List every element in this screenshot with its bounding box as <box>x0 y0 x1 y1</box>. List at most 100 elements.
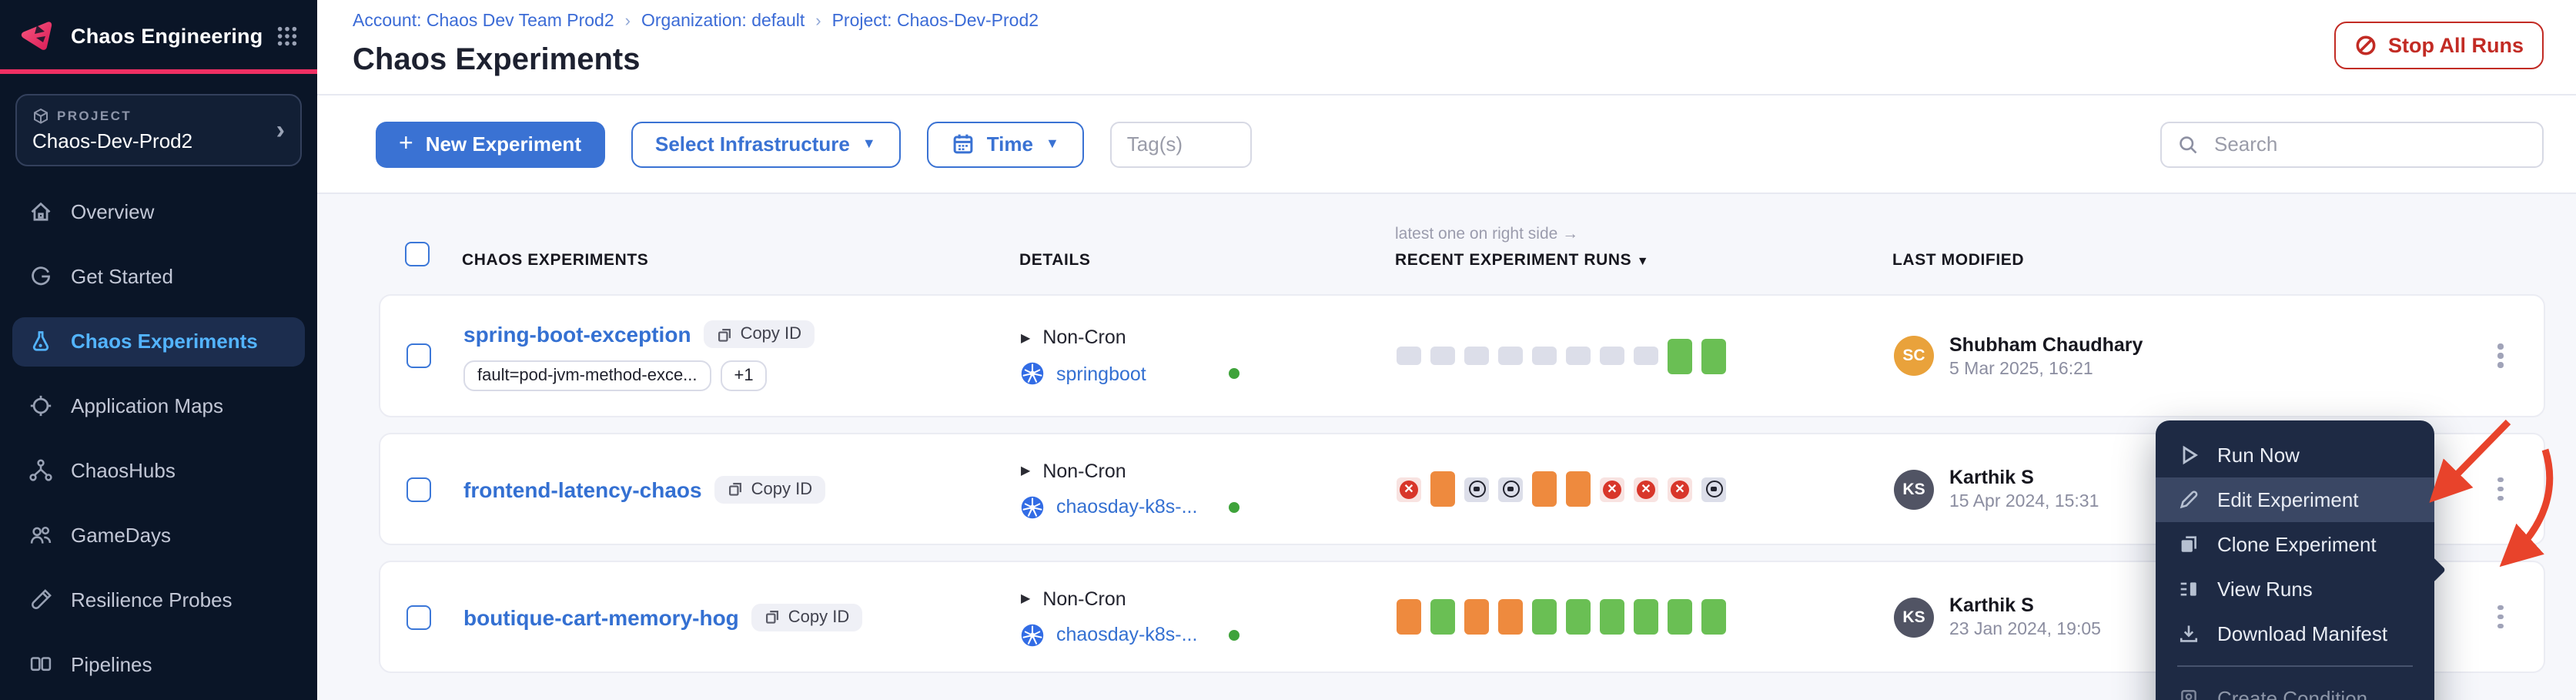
sidebar-item-gamedays[interactable]: GameDays <box>12 511 305 560</box>
project-cube-icon <box>32 107 49 124</box>
sidebar-item-overview[interactable]: Overview <box>12 187 305 236</box>
row-menu-kebab-icon[interactable] <box>2482 598 2519 635</box>
run-indicator-pending[interactable] <box>1464 347 1489 365</box>
stop-icon <box>2354 34 2377 57</box>
new-experiment-button[interactable]: + New Experiment <box>376 121 604 167</box>
run-indicator-pending[interactable] <box>1634 347 1658 365</box>
tag-row: fault=pod-jvm-method-exce... +1 <box>463 360 1021 391</box>
copy-id-button[interactable]: Copy ID <box>714 475 825 503</box>
run-indicator-success[interactable] <box>1600 599 1624 635</box>
run-indicator-aborted[interactable] <box>1430 471 1455 507</box>
run-indicator-aborted[interactable] <box>1397 599 1421 635</box>
sidebar-item-pipelines[interactable]: Pipelines <box>12 640 305 689</box>
run-indicator-success[interactable] <box>1566 599 1591 635</box>
run-indicator-aborted[interactable] <box>1566 471 1591 507</box>
sidebar-item-get-started[interactable]: Get Started <box>12 252 305 301</box>
infrastructure-link[interactable]: chaosday-k8s-... <box>1056 496 1216 517</box>
row-menu-kebab-icon[interactable] <box>2482 471 2519 507</box>
run-indicator-pending[interactable] <box>1566 347 1591 365</box>
run-indicator-pending[interactable] <box>1430 347 1455 365</box>
run-indicator-failed[interactable]: ✕ <box>1397 477 1421 501</box>
sidebar-item-chaos-experiments[interactable]: Chaos Experiments <box>12 317 305 366</box>
clone-icon <box>2177 533 2200 556</box>
run-indicator-aborted[interactable] <box>1532 471 1557 507</box>
time-dropdown[interactable]: Time ▼ <box>927 121 1084 167</box>
copy-id-label: Copy ID <box>751 480 813 498</box>
infrastructure-link[interactable]: springboot <box>1056 363 1216 384</box>
run-indicator-pending[interactable] <box>1498 347 1523 365</box>
pencil-icon <box>2177 488 2200 511</box>
run-indicator-failed[interactable]: ✕ <box>1668 477 1692 501</box>
page-header: Account: Chaos Dev Team Prod2›Organizati… <box>317 0 2576 95</box>
run-indicator-pending[interactable] <box>1397 347 1421 365</box>
run-indicator-stopped[interactable] <box>1498 477 1523 501</box>
modified-by-name: Karthik S <box>1949 594 2101 616</box>
select-all-checkbox[interactable] <box>405 242 430 266</box>
run-indicator-failed[interactable]: ✕ <box>1634 477 1658 501</box>
breadcrumb-link[interactable]: Organization: default <box>641 12 805 31</box>
menu-item-view-runs[interactable]: View Runs <box>2156 567 2434 611</box>
run-indicator-success[interactable] <box>1701 599 1726 635</box>
row-menu-kebab-icon[interactable] <box>2482 337 2519 374</box>
row-checkbox[interactable] <box>406 343 431 368</box>
run-indicator-success[interactable] <box>1701 338 1726 373</box>
modified-by-name: Shubham Chaudhary <box>1949 333 2143 355</box>
run-indicator-aborted[interactable] <box>1464 599 1489 635</box>
column-header-runs[interactable]: latest one on right side → RECENT EXPERI… <box>1395 225 1892 270</box>
run-indicator-aborted[interactable] <box>1498 599 1523 635</box>
menu-item-clone-experiment[interactable]: Clone Experiment <box>2156 522 2434 567</box>
menu-item-download-manifest[interactable]: Download Manifest <box>2156 611 2434 656</box>
run-indicator-stopped[interactable] <box>1464 477 1489 501</box>
project-selector[interactable]: PROJECT Chaos-Dev-Prod2 › <box>15 93 302 166</box>
run-indicator-success[interactable] <box>1668 338 1692 373</box>
menu-item-label: Download Manifest <box>2217 622 2387 645</box>
app-root: Chaos Engineering <box>0 0 2576 700</box>
tag-chip[interactable]: +1 <box>721 360 768 391</box>
new-experiment-label: New Experiment <box>426 132 581 156</box>
select-infrastructure-dropdown[interactable]: Select Infrastructure ▼ <box>631 121 901 167</box>
search-input[interactable] <box>2211 131 2527 157</box>
menu-item-edit-experiment[interactable]: Edit Experiment <box>2156 477 2434 522</box>
run-indicator-pending[interactable] <box>1600 347 1624 365</box>
chevron-down-icon: ▼ <box>862 137 876 151</box>
toolbar: + New Experiment Select Infrastructure ▼… <box>317 95 2576 194</box>
run-indicator-stopped[interactable] <box>1701 477 1726 501</box>
row-checkbox[interactable] <box>406 477 431 501</box>
experiment-name-link[interactable]: spring-boot-exception <box>463 322 691 347</box>
kubernetes-icon <box>1021 362 1044 385</box>
experiment-context-menu: Run NowEdit ExperimentClone ExperimentVi… <box>2156 420 2434 700</box>
run-indicator-pending[interactable] <box>1532 347 1557 365</box>
network-icon <box>28 457 54 484</box>
module-grid-icon[interactable] <box>276 24 299 47</box>
stop-all-runs-button[interactable]: Stop All Runs <box>2334 22 2544 69</box>
breadcrumb-link[interactable]: Account: Chaos Dev Team Prod2 <box>353 12 614 31</box>
sidebar-item-chaoshubs[interactable]: ChaosHubs <box>12 446 305 495</box>
run-indicator-success[interactable] <box>1634 599 1658 635</box>
breadcrumb-link[interactable]: Project: Chaos-Dev-Prod2 <box>832 12 1039 31</box>
menu-item-run-now[interactable]: Run Now <box>2156 433 2434 477</box>
copy-id-label: Copy ID <box>741 325 802 343</box>
copy-id-button[interactable]: Copy ID <box>704 320 815 348</box>
chevron-down-icon: ▼ <box>1045 137 1059 151</box>
experiment-name-link[interactable]: boutique-cart-memory-hog <box>463 605 739 629</box>
modified-date: 5 Mar 2025, 16:21 <box>1949 360 2143 378</box>
infrastructure-link[interactable]: chaosday-k8s-... <box>1056 624 1216 645</box>
run-indicator-failed[interactable]: ✕ <box>1600 477 1624 501</box>
select-infrastructure-label: Select Infrastructure <box>655 132 850 156</box>
row-checkbox[interactable] <box>406 605 431 629</box>
tag-chip[interactable]: fault=pod-jvm-method-exce... <box>463 360 711 391</box>
target-icon <box>28 393 54 419</box>
sidebar-item-application-maps[interactable]: Application Maps <box>12 381 305 430</box>
sidebar-item-resilience-probes[interactable]: Resilience Probes <box>12 575 305 625</box>
calendar-icon <box>952 132 975 156</box>
copy-id-button[interactable]: Copy ID <box>751 603 862 631</box>
run-indicator-success[interactable] <box>1430 599 1455 635</box>
run-indicator-success[interactable] <box>1668 599 1692 635</box>
recent-runs: ✕ ✕ ✕ ✕ <box>1397 471 1894 507</box>
experiment-name-link[interactable]: frontend-latency-chaos <box>463 477 702 501</box>
chaos-engineering-logo-icon <box>18 15 59 55</box>
run-indicator-success[interactable] <box>1532 599 1557 635</box>
tags-input[interactable] <box>1110 121 1252 167</box>
runs-note: latest one on right side → <box>1395 225 1892 243</box>
experiment-row[interactable]: spring-boot-exception Copy ID fault=pod-jv… <box>379 294 2545 417</box>
